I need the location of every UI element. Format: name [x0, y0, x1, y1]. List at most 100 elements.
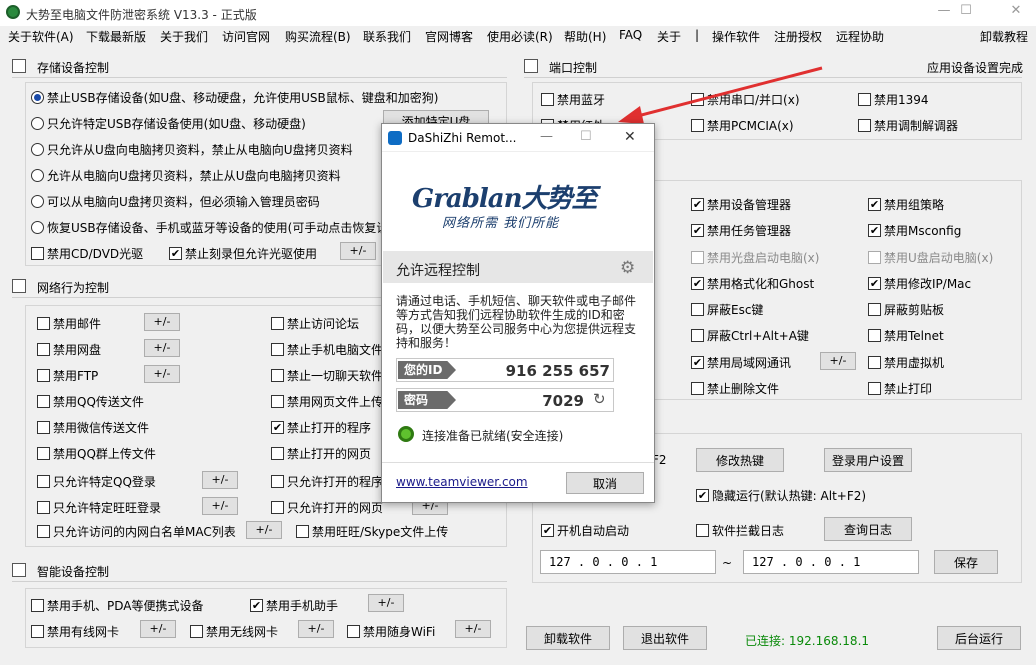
port-section-icon — [524, 59, 538, 73]
pm-button[interactable]: +/- — [202, 471, 238, 489]
refresh-icon[interactable]: ↻ — [593, 390, 606, 408]
net-right-7[interactable]: 只允许打开的网页 — [271, 499, 383, 516]
teamviewer-link[interactable]: www.teamviewer.com — [396, 475, 528, 489]
intercept-log-checkbox[interactable]: 软件拦截日志 — [696, 522, 784, 539]
pm-button[interactable]: +/- — [202, 497, 238, 515]
ip-start-input[interactable]: 127 . 0 . 0 . 1 — [540, 550, 716, 574]
burn-pm-button[interactable]: +/- — [340, 242, 376, 260]
sys-item-12[interactable]: ✔ 禁用局域网通讯 — [691, 354, 791, 371]
pm-button[interactable]: +/- — [298, 620, 334, 638]
menu-item-uninstall-guide[interactable]: 卸载教程 — [980, 28, 1028, 45]
autostart-checkbox[interactable]: ✔ 开机自动启动 — [541, 522, 629, 539]
port-item-5[interactable]: 禁用调制解调器 — [858, 117, 958, 134]
menu-item-faq[interactable]: FAQ — [619, 28, 642, 42]
background-run-button[interactable]: 后台运行 — [937, 626, 1021, 650]
exit-button[interactable]: 退出软件 — [623, 626, 707, 650]
menu-item-website[interactable]: 访问官网 — [222, 28, 270, 45]
menu-item-about[interactable]: 关于 — [657, 28, 681, 45]
dialog-minimize-icon[interactable]: — — [540, 129, 553, 144]
smart-item-0[interactable]: 禁用手机、PDA等便携式设备 — [31, 597, 203, 614]
pm-button[interactable]: +/- — [144, 313, 180, 331]
sys-item-7[interactable]: ✔ 禁用修改IP/Mac — [868, 275, 971, 292]
pm-button[interactable]: +/- — [455, 620, 491, 638]
pm-button[interactable]: +/- — [246, 521, 282, 539]
cancel-button[interactable]: 取消 — [566, 472, 644, 494]
sys-item-8[interactable]: 屏蔽Esc键 — [691, 301, 763, 318]
sys-item-3[interactable]: ✔ 禁用Msconfig — [868, 222, 961, 239]
login-user-settings-button[interactable]: 登录用户设置 — [824, 448, 912, 472]
cd-dvd-checkbox[interactable]: 禁用CD/DVD光驱 — [31, 245, 143, 262]
pm-button[interactable]: +/- — [368, 594, 404, 612]
net-left-1[interactable]: 禁用网盘 — [37, 341, 101, 358]
pm-button[interactable]: +/- — [820, 352, 856, 370]
hide-run-checkbox[interactable]: ✔ 隐藏运行(默认热键: Alt+F2) — [696, 487, 866, 504]
port-item-0[interactable]: 禁用蓝牙 — [541, 91, 605, 108]
smart-item-1[interactable]: ✔ 禁用手机助手 — [250, 597, 338, 614]
storage-radio-1[interactable]: 只允许特定USB存储设备使用(如U盘、移动硬盘) — [31, 115, 306, 132]
save-button[interactable]: 保存 — [934, 550, 998, 574]
uninstall-button[interactable]: 卸载软件 — [526, 626, 610, 650]
net-left-5[interactable]: 禁用QQ群上传文件 — [37, 445, 156, 462]
net-left-4[interactable]: 禁用微信传送文件 — [37, 419, 149, 436]
menu-item-help[interactable]: 帮助(H) — [564, 28, 606, 45]
sys-item-10[interactable]: 屏蔽Ctrl+Alt+A键 — [691, 327, 809, 344]
menu-item-remote[interactable]: 远程协助 — [836, 28, 884, 45]
net-left-2[interactable]: 禁用FTP — [37, 367, 98, 384]
burn-checkbox[interactable]: ✔ 禁止刻录但允许光驱使用 — [169, 245, 317, 262]
sys-item-14[interactable]: 禁止删除文件 — [691, 380, 779, 397]
ip-end-input[interactable]: 127 . 0 . 0 . 1 — [743, 550, 919, 574]
storage-radio-3[interactable]: 允许从电脑向U盘拷贝资料，禁止从U盘向电脑拷贝资料 — [31, 167, 341, 184]
net-right-8[interactable]: 禁用旺旺/Skype文件上传 — [296, 523, 448, 540]
sys-item-9[interactable]: 屏蔽剪贴板 — [868, 301, 944, 318]
smart-item-4[interactable]: 禁用随身WiFi — [347, 623, 435, 640]
net-left-3[interactable]: 禁用QQ传送文件 — [37, 393, 144, 410]
sys-item-15[interactable]: 禁止打印 — [868, 380, 932, 397]
menu-item-must-read[interactable]: 使用必读(R) — [487, 28, 553, 45]
net-left-6[interactable]: 只允许特定QQ登录 — [37, 473, 156, 490]
net-right-2[interactable]: 禁止一切聊天软件 — [271, 367, 383, 384]
app-icon — [6, 5, 20, 19]
maximize-icon[interactable]: ☐ — [952, 3, 980, 23]
menu-item-operate[interactable]: 操作软件 — [712, 28, 760, 45]
menu-item-blog[interactable]: 官网博客 — [425, 28, 473, 45]
net-left-0[interactable]: 禁用邮件 — [37, 315, 101, 332]
storage-radio-2[interactable]: 只允许从U盘向电脑拷贝资料，禁止从电脑向U盘拷贝资料 — [31, 141, 353, 158]
sys-item-1[interactable]: ✔ 禁用组策略 — [868, 196, 944, 213]
query-log-button[interactable]: 查询日志 — [824, 517, 912, 541]
sys-item-13[interactable]: 禁用虚拟机 — [868, 354, 944, 371]
net-right-6[interactable]: 只允许打开的程序 — [271, 473, 383, 490]
smart-item-2[interactable]: 禁用有线网卡 — [31, 623, 119, 640]
net-right-1[interactable]: 禁止手机电脑文件 — [271, 341, 383, 358]
close-icon[interactable]: ✕ — [1002, 3, 1030, 23]
smart-item-3[interactable]: 禁用无线网卡 — [190, 623, 278, 640]
pm-button[interactable]: +/- — [144, 365, 180, 383]
net-left-7[interactable]: 只允许特定旺旺登录 — [37, 499, 161, 516]
gear-icon[interactable]: ⚙ — [620, 258, 635, 278]
storage-radio-4[interactable]: 可以从电脑向U盘拷贝资料，但必须输入管理员密码 — [31, 193, 320, 210]
menu-item-about-software[interactable]: 关于软件(A) — [8, 28, 74, 45]
storage-radio-5[interactable]: 恢复USB存储设备、手机或蓝牙等设备的使用(可手动点击恢复设 — [31, 219, 388, 236]
sys-item-5: 禁用U盘启动电脑(x) — [868, 249, 993, 266]
net-right-5[interactable]: 禁止打开的网页 — [271, 445, 371, 462]
menu-item-download[interactable]: 下载最新版 — [86, 28, 146, 45]
divider — [382, 462, 654, 463]
storage-radio-0[interactable]: 禁止USB存储设备(如U盘、移动硬盘，允许使用USB鼠标、键盘和加密狗) — [31, 89, 438, 106]
dialog-close-icon[interactable]: ✕ — [624, 129, 636, 145]
net-left-8[interactable]: 只允许访问的内网白名单MAC列表 — [37, 523, 236, 540]
sys-item-11[interactable]: 禁用Telnet — [868, 327, 944, 344]
sys-item-6[interactable]: ✔ 禁用格式化和Ghost — [691, 275, 814, 292]
net-right-3[interactable]: 禁用网页文件上传 — [271, 393, 383, 410]
port-item-2[interactable]: 禁用1394 — [858, 91, 929, 108]
menu-item-about-us[interactable]: 关于我们 — [160, 28, 208, 45]
menu-item-purchase[interactable]: 购买流程(B) — [285, 28, 351, 45]
menu-item-contact[interactable]: 联系我们 — [363, 28, 411, 45]
sys-item-0[interactable]: ✔ 禁用设备管理器 — [691, 196, 791, 213]
menu-item-register[interactable]: 注册授权 — [774, 28, 822, 45]
pm-button[interactable]: +/- — [144, 339, 180, 357]
net-right-4[interactable]: ✔ 禁止打开的程序 — [271, 419, 371, 436]
dialog-maximize-icon[interactable]: ☐ — [580, 129, 592, 144]
modify-hotkey-button[interactable]: 修改热键 — [696, 448, 784, 472]
sys-item-2[interactable]: ✔ 禁用任务管理器 — [691, 222, 791, 239]
net-right-0[interactable]: 禁止访问论坛 — [271, 315, 359, 332]
pm-button[interactable]: +/- — [140, 620, 176, 638]
